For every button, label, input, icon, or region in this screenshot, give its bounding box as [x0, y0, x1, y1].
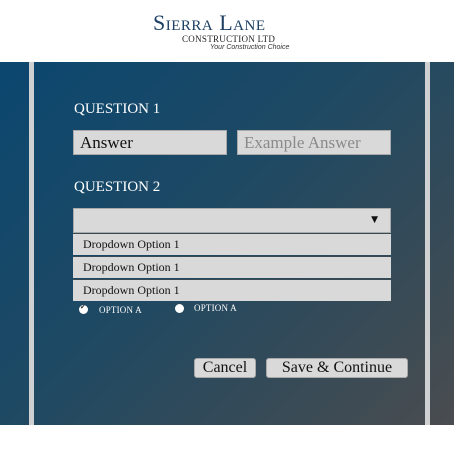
radio-label: OPTION A: [194, 303, 237, 313]
question-2-label: QUESTION 2: [74, 179, 161, 195]
radio-option-a[interactable]: [175, 304, 184, 313]
answer-input[interactable]: Answer: [73, 130, 227, 155]
cancel-button[interactable]: Cancel: [194, 358, 256, 378]
logo-name: Sierra Lane: [153, 10, 266, 35]
question-2-dropdown[interactable]: ▼: [73, 208, 391, 233]
logo: Sierra Lane CONSTRUCTION LTD Your Constr…: [0, 0, 454, 62]
dropdown-option[interactable]: Dropdown Option 1: [73, 256, 391, 278]
right-divider: [425, 62, 430, 425]
dropdown-arrow-icon[interactable]: ▼: [371, 215, 378, 225]
logo-subtitle: CONSTRUCTION LTD: [182, 34, 276, 44]
save-continue-button[interactable]: Save & Continue: [266, 358, 408, 378]
radio-option-a-checked[interactable]: ✔: [79, 303, 88, 314]
example-answer-input[interactable]: Example Answer: [237, 130, 391, 155]
question-1-label: QUESTION 1: [74, 101, 161, 117]
dropdown-option[interactable]: Dropdown Option 1: [73, 279, 391, 301]
radio-label: OPTION A: [99, 305, 142, 315]
left-divider: [29, 62, 34, 425]
dropdown-option[interactable]: Dropdown Option 1: [73, 233, 391, 255]
check-icon: ✔: [80, 303, 86, 311]
logo-tagline: Your Construction Choice: [210, 44, 290, 51]
